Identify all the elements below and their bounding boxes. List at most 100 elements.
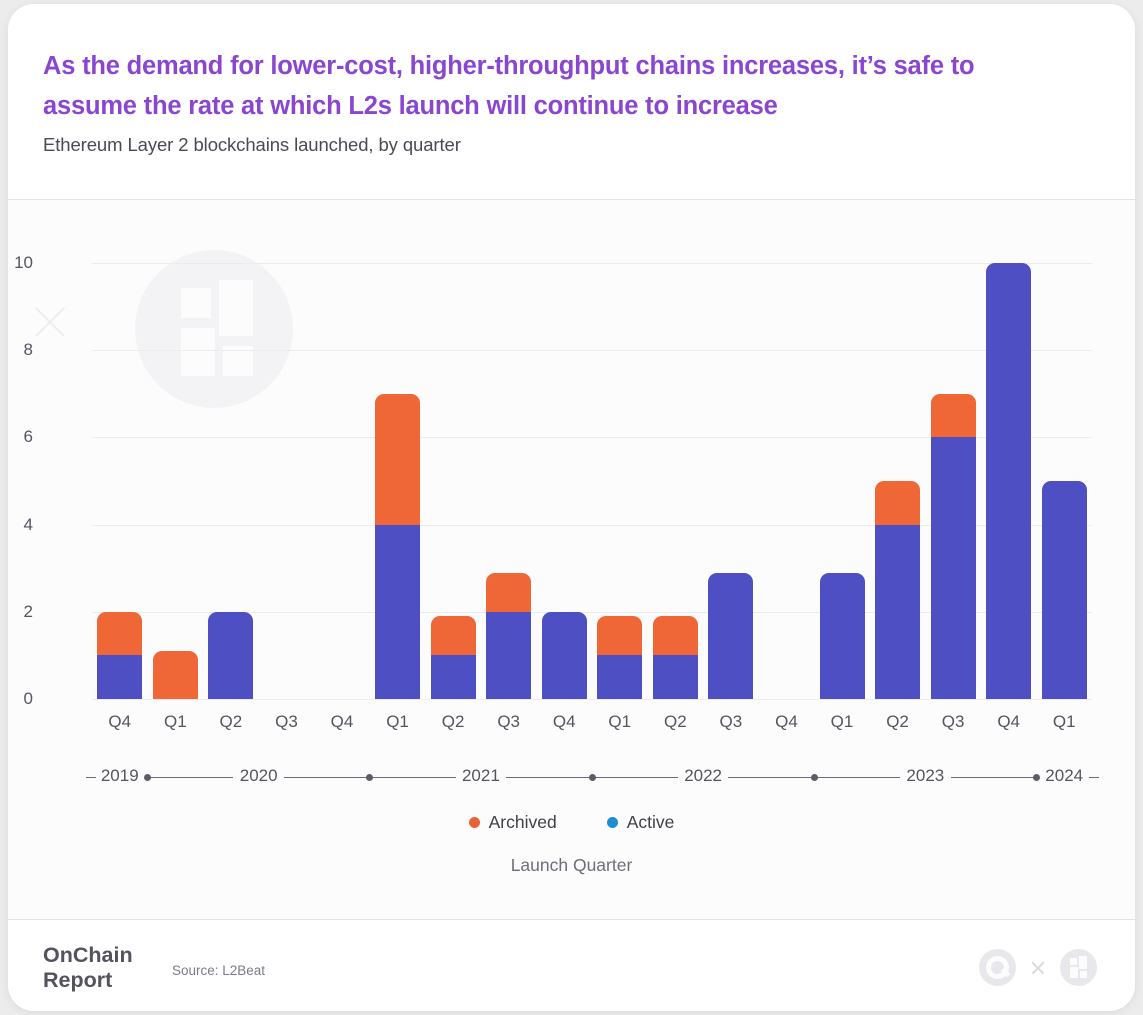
bar-segment-active xyxy=(708,573,753,699)
source-label: Source: L2Beat xyxy=(172,963,265,978)
onchain-report-logo-icon xyxy=(1060,949,1097,986)
legend-item-archived[interactable]: Archived xyxy=(469,812,557,833)
x-tick-q4-2019: Q4 xyxy=(97,712,142,732)
h-block-a xyxy=(1070,958,1077,965)
x-axis-year-2019: 2019 xyxy=(101,766,139,786)
bar-segment-active xyxy=(375,525,420,699)
bar-segment-archived xyxy=(597,616,642,655)
x-tick-q3-2020: Q3 xyxy=(264,712,309,732)
x-tick-q4-2020: Q4 xyxy=(320,712,365,732)
x-tick-q3-2022: Q3 xyxy=(708,712,753,732)
bar-q1-2022[interactable] xyxy=(597,616,642,699)
bar-segment-active xyxy=(542,612,587,699)
x-axis-quarter-labels: Q4 Q1 Q2 Q3 Q4 Q1 Q2 Q3 Q4 Q1 Q2 Q3 Q4 Q1 Q2 Q3 Q4 Q1 xyxy=(92,712,1092,740)
bar-segment-active xyxy=(208,612,253,699)
legend-dot-archived xyxy=(469,817,480,828)
bar-q2-2023[interactable] xyxy=(875,481,920,699)
year-connector-line xyxy=(145,777,233,778)
year-connector-line xyxy=(951,777,1039,778)
bar-q3-2021[interactable] xyxy=(486,573,531,699)
bar-q2-2022[interactable] xyxy=(653,616,698,699)
legend-item-active[interactable]: Active xyxy=(607,812,675,833)
page-title: As the demand for lower-cost, higher-thr… xyxy=(43,46,1073,126)
logo-separator-x-icon xyxy=(1030,960,1046,976)
x-tick-q4-2023: Q4 xyxy=(986,712,1031,732)
gridline-0 xyxy=(92,699,1092,700)
plot-area xyxy=(92,263,1092,699)
y-axis-tick-4: 4 xyxy=(8,515,33,535)
year-boundary-dot xyxy=(144,774,151,781)
bar-segment-archived xyxy=(653,616,698,655)
x-tick-q1-2024: Q1 xyxy=(1042,712,1087,732)
bar-segment-active xyxy=(431,655,476,699)
h-block-c xyxy=(1070,967,1078,978)
bar-segment-archived xyxy=(486,573,531,612)
bar-series-group xyxy=(92,263,1092,699)
bar-q2-2021[interactable] xyxy=(431,616,476,699)
year-axis-start-cap xyxy=(86,777,96,778)
x-tick-q3-2021: Q3 xyxy=(486,712,531,732)
bar-segment-active xyxy=(597,655,642,699)
quicknode-logo-icon xyxy=(979,949,1016,986)
chart-body: 0246810 Q4Q1Q2Q3Q4Q1Q2Q3Q4Q1Q2Q3Q4Q1Q2Q3… xyxy=(8,200,1135,920)
year-boundary-dot xyxy=(1033,774,1040,781)
x-tick-q1-2020: Q1 xyxy=(153,712,198,732)
chart-footer: OnChain Report Source: L2Beat xyxy=(8,921,1135,1011)
bar-segment-archived xyxy=(97,612,142,656)
year-boundary-dot xyxy=(589,774,596,781)
brand-name: OnChain Report xyxy=(43,943,133,993)
bar-q1-2024[interactable] xyxy=(1042,481,1087,699)
x-axis-title: Launch Quarter xyxy=(8,855,1135,876)
chart-header: As the demand for lower-cost, higher-thr… xyxy=(8,4,1135,200)
footer-logos xyxy=(979,949,1097,986)
y-axis-tick-2: 2 xyxy=(8,602,33,622)
x-tick-q2-2023: Q2 xyxy=(875,712,920,732)
bar-segment-active xyxy=(1042,481,1087,699)
x-axis-year-timeline: 201920202021202220232024 xyxy=(92,766,1092,790)
bar-segment-archived xyxy=(153,651,198,699)
x-tick-q4-2022: Q4 xyxy=(764,712,809,732)
x-axis-year-2020: 2020 xyxy=(240,766,278,786)
bar-segment-active xyxy=(820,573,865,699)
bar-q2-2020[interactable] xyxy=(208,612,253,699)
bar-q3-2022[interactable] xyxy=(708,573,753,699)
bar-q4-2021[interactable] xyxy=(542,612,587,699)
year-boundary-dot xyxy=(811,774,818,781)
x-axis-year-2021: 2021 xyxy=(462,766,500,786)
x-tick-q1-2021: Q1 xyxy=(375,712,420,732)
year-boundary-dot xyxy=(366,774,373,781)
bar-q1-2021[interactable] xyxy=(375,394,420,699)
y-axis-tick-6: 6 xyxy=(8,427,33,447)
bar-q1-2020[interactable] xyxy=(153,651,198,699)
year-axis-end-cap xyxy=(1089,777,1099,778)
bar-segment-active xyxy=(653,655,698,699)
chart-subtitle: Ethereum Layer 2 blockchains launched, b… xyxy=(43,134,461,156)
bar-segment-archived xyxy=(375,394,420,525)
x-tick-q2-2022: Q2 xyxy=(653,712,698,732)
bar-segment-active xyxy=(486,612,531,699)
x-tick-q1-2023: Q1 xyxy=(820,712,865,732)
bar-segment-active xyxy=(97,655,142,699)
bar-segment-active xyxy=(986,263,1031,699)
bar-segment-active xyxy=(931,437,976,699)
bar-segment-archived xyxy=(431,616,476,655)
x-tick-q3-2023: Q3 xyxy=(931,712,976,732)
x-tick-q2-2020: Q2 xyxy=(208,712,253,732)
watermark-x-icon xyxy=(30,302,70,342)
legend-dot-active xyxy=(607,817,618,828)
x-tick-q2-2021: Q2 xyxy=(431,712,476,732)
bar-segment-active xyxy=(875,525,920,699)
y-axis-tick-10: 10 xyxy=(8,253,33,273)
chart-legend: Archived Active xyxy=(8,812,1135,833)
x-tick-q1-2022: Q1 xyxy=(597,712,642,732)
y-axis-tick-0: 0 xyxy=(8,689,33,709)
bar-q3-2023[interactable] xyxy=(931,394,976,699)
bar-q1-2023[interactable] xyxy=(820,573,865,699)
chart-card: As the demand for lower-cost, higher-thr… xyxy=(8,4,1135,1011)
bar-q4-2019[interactable] xyxy=(97,612,142,699)
x-axis-year-2024: 2024 xyxy=(1045,766,1083,786)
legend-label-active: Active xyxy=(627,812,675,833)
x-tick-q4-2021: Q4 xyxy=(542,712,587,732)
h-block-b xyxy=(1079,956,1087,969)
bar-q4-2023[interactable] xyxy=(986,263,1031,699)
